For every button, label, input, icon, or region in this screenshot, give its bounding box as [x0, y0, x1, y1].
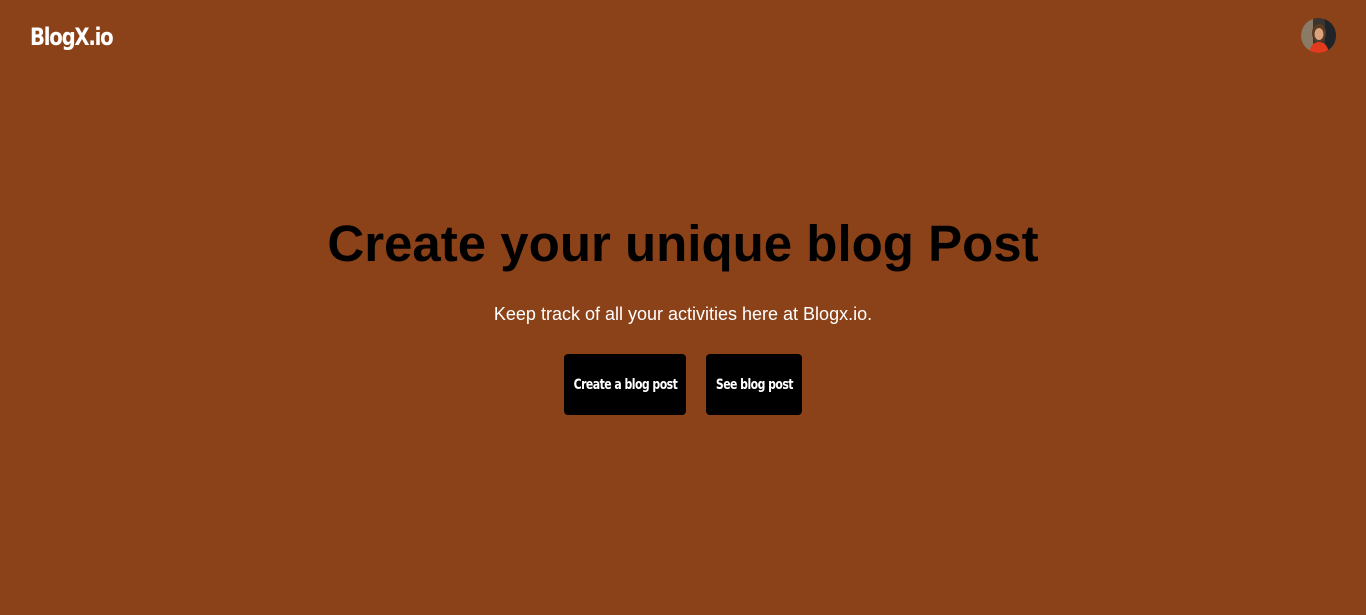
hero-subtitle: Keep track of all your activities here a… — [493, 304, 873, 324]
create-blog-post-button[interactable]: Create a blog post — [564, 354, 686, 415]
hero-section: Create your unique blog Post Keep track … — [0, 0, 1366, 615]
create-blog-post-button-label: Create a blog post — [573, 376, 677, 393]
see-blog-post-button-label: See blog post — [715, 376, 793, 393]
hero-title: Create your unique blog Post — [327, 215, 1039, 272]
see-blog-post-button[interactable]: See blog post — [706, 354, 802, 415]
